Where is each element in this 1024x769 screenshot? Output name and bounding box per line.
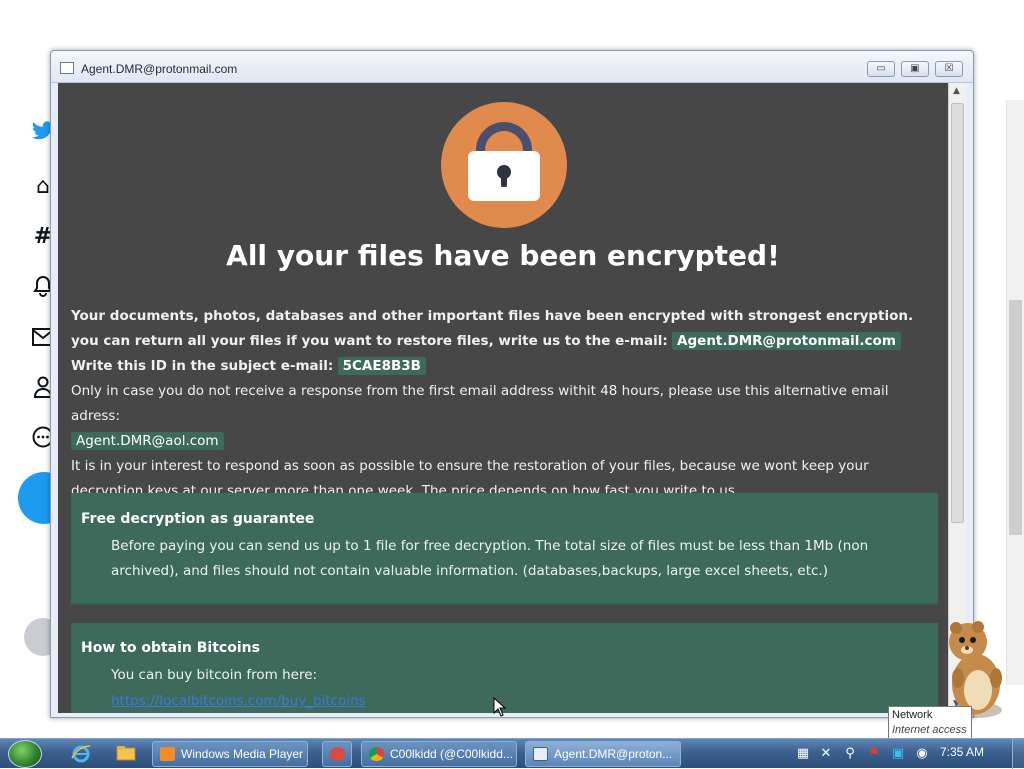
ransom-note-content: All your files have been encrypted! Your… [58,83,948,713]
scroll-thumb[interactable] [951,103,964,523]
tooltip-subtitle: Internet access [892,724,967,736]
maximize-button[interactable]: ▣ [901,61,929,77]
ransom-note-window: Agent.DMR@protonmail.com ▭ ▣ ☒ All your … [50,50,974,718]
task-label: Agent.DMR@proton... [554,747,673,761]
tooltip-title: Network [892,709,933,721]
background-scroll-thumb[interactable] [1009,300,1022,535]
taskbar-item-ransom-window[interactable]: Agent.DMR@proton... [525,741,681,767]
start-button[interactable] [8,740,42,768]
mouse-cursor-icon [493,697,507,717]
primary-email[interactable]: Agent.DMR@protonmail.com [672,332,901,350]
action-center-flag-icon[interactable]: ⚑ [866,746,882,762]
lock-body [468,151,540,201]
free-decryption-panel: Free decryption as guarantee Before payi… [71,493,938,605]
keyhole-stem [501,173,507,187]
internet-explorer-icon[interactable] [70,744,92,764]
alt-email[interactable]: Agent.DMR@aol.com [71,432,224,450]
panel-body: Before paying you can send us up to 1 fi… [111,538,869,579]
tray-tools-icon[interactable]: ✕ [818,746,834,762]
panel-title: How to obtain Bitcoins [81,640,260,656]
volume-icon[interactable]: ◉ [914,746,930,762]
background-scrollbar[interactable] [1006,100,1024,685]
window-title: Agent.DMR@protonmail.com [81,62,238,76]
title-bar[interactable]: Agent.DMR@protonmail.com ▭ ▣ ☒ [51,51,973,83]
tray-search-icon[interactable]: ⚲ [842,746,858,762]
id-label: Write this ID in the subject e-mail: [71,358,334,374]
ransom-headline: All your files have been encrypted! [226,239,780,272]
taskbar-clock[interactable]: 7:35 AM [940,745,984,759]
victim-id[interactable]: 5CAE8B3B [337,357,426,375]
taskbar-item-windows-media-player[interactable]: Windows Media Player [152,741,308,767]
lock-icon [441,102,567,228]
minimize-button[interactable]: ▭ [867,61,895,77]
show-desktop-button[interactable] [1012,739,1024,769]
alt-email-text: Only in case you do not receive a respon… [71,383,889,424]
window-app-icon [533,747,548,761]
chrome-icon [369,747,384,761]
media-player-icon [160,747,175,761]
taskbar-item-chrome[interactable]: C00lkidd (@C00lkidd... [361,741,517,767]
network-tooltip: Network Internet access [888,706,972,740]
task-label: C00lkidd (@C00lkidd... [390,747,513,761]
panel-body: You can buy bitcoin from here: [111,667,318,683]
panel-title: Free decryption as guarantee [81,511,315,527]
taskbar-item-utility[interactable] [322,741,352,767]
utility-app-icon [330,747,345,761]
window-app-icon [60,62,74,74]
taskbar: Windows Media Player C00lkidd (@C00lkidd… [0,738,1024,769]
file-explorer-icon[interactable] [115,744,137,764]
scroll-up-arrow-icon[interactable]: ▲ [953,86,960,96]
tray-app-icon[interactable]: ▦ [795,746,811,762]
close-button[interactable]: ☒ [935,61,963,77]
task-label: Windows Media Player [181,747,304,761]
ransom-instructions: Your documents, photos, databases and ot… [71,304,933,504]
network-icon[interactable]: ▣ [890,746,906,762]
hamster-mascot-icon [949,621,1002,718]
bitcoin-link[interactable]: https://localbitcoins.com/buy_bitcoins [111,693,366,709]
